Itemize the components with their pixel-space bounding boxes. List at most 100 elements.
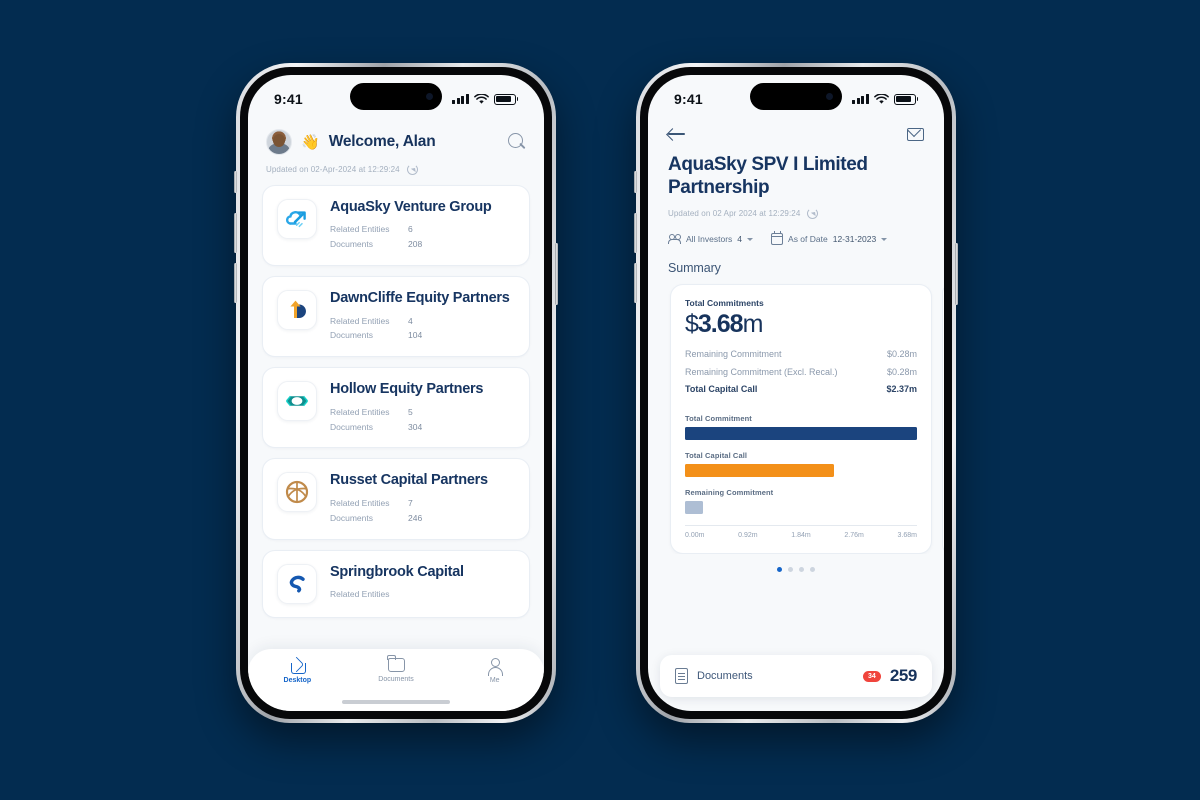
bottom-tab-bar: Desktop Documents Me xyxy=(248,649,544,711)
status-badge: 34 xyxy=(863,670,881,682)
arrow-d-logo xyxy=(277,290,317,331)
documents-value: 246 xyxy=(408,512,423,523)
tab-me[interactable]: Me xyxy=(445,658,544,684)
list-item[interactable]: Russet Capital Partners Related Entities… xyxy=(262,458,530,540)
commitment-bar-chart: Total Commitment Total Capital Call Rema… xyxy=(685,414,917,539)
currency-symbol: $ xyxy=(685,310,699,339)
teal-hexagon-logo xyxy=(277,381,317,422)
volume-down-button[interactable] xyxy=(634,263,637,303)
wifi-icon xyxy=(873,93,889,104)
status-time: 9:41 xyxy=(274,91,303,107)
blue-s-logo xyxy=(277,563,317,604)
bar xyxy=(685,426,917,440)
documents-count: 259 xyxy=(889,666,918,685)
cellular-signal-icon xyxy=(852,94,869,104)
related-entities-value: 5 xyxy=(408,406,413,417)
filter-all-investors[interactable]: All Investors 4 xyxy=(668,234,754,245)
documents-bar[interactable]: Documents 34 259 xyxy=(660,655,932,697)
tab-documents[interactable]: Documents xyxy=(347,655,446,683)
summary-row-label: Remaining Commitment (Excl. Recal.) xyxy=(685,366,838,377)
summary-row-value: $2.37m xyxy=(886,384,917,395)
entity-name: Springbrook Capital xyxy=(330,563,464,580)
documents-label: Documents xyxy=(697,670,753,682)
documents-value: 208 xyxy=(408,239,423,250)
avatar[interactable] xyxy=(266,129,292,155)
investors-group-icon xyxy=(668,234,681,245)
entity-name: Hollow Equity Partners xyxy=(330,381,484,398)
filter-all-investors-label: All Investors xyxy=(686,234,733,245)
summary-row: Remaining Commitment $0.28m xyxy=(685,346,917,364)
mute-switch[interactable] xyxy=(634,171,637,193)
dynamic-island xyxy=(350,83,442,110)
home-indicator[interactable] xyxy=(342,700,450,704)
summary-row-value: $0.28m xyxy=(886,349,917,360)
status-time: 9:41 xyxy=(674,91,703,107)
back-arrow-icon[interactable] xyxy=(668,127,685,141)
summary-card-next[interactable] xyxy=(942,284,944,554)
volume-down-button[interactable] xyxy=(234,263,237,303)
bar xyxy=(685,463,835,477)
entity-name: AquaSky Venture Group xyxy=(330,199,492,215)
mail-icon[interactable] xyxy=(907,127,924,141)
tab-desktop[interactable]: Desktop xyxy=(248,658,347,684)
section-title-summary: Summary xyxy=(668,261,721,276)
list-item[interactable]: DawnCliffe Equity Partners Related Entit… xyxy=(262,276,530,358)
refresh-icon[interactable] xyxy=(807,208,819,220)
summary-row-label: Total Capital Call xyxy=(685,384,758,395)
refresh-icon[interactable] xyxy=(406,164,418,175)
related-entities-label: Related Entities xyxy=(330,588,390,599)
summary-row: Total Capital Call $2.37m xyxy=(685,381,917,399)
home-icon xyxy=(289,658,306,674)
list-item[interactable]: AquaSky Venture Group Related Entities 6 … xyxy=(262,185,530,267)
tab-documents-label: Documents xyxy=(378,676,414,683)
axis-tick: 3.68m xyxy=(897,531,917,539)
pager-dot[interactable] xyxy=(777,566,782,572)
volume-up-button[interactable] xyxy=(634,213,637,253)
screen-home: 9:41 👋 Welcome, Alan Updated on 02-Apr-2… xyxy=(248,75,544,711)
axis-tick: 2.76m xyxy=(844,531,864,539)
list-item[interactable]: Hollow Equity Partners Related Entities 5… xyxy=(262,367,530,449)
last-updated-text: Updated on 02-Apr-2024 at 12:29:24 xyxy=(266,165,400,174)
chevron-down-icon xyxy=(747,237,754,241)
pager-dot[interactable] xyxy=(799,566,804,572)
page-title: Welcome, Alan xyxy=(328,133,436,150)
bronze-circle-logo xyxy=(277,472,317,513)
total-commitments-label: Total Commitments xyxy=(685,298,764,309)
list-item[interactable]: Springbrook Capital Related Entities xyxy=(262,549,530,618)
pager-dot[interactable] xyxy=(810,566,815,572)
volume-up-button[interactable] xyxy=(234,213,237,253)
mute-switch[interactable] xyxy=(234,171,237,193)
calendar-icon xyxy=(770,231,784,246)
filter-as-of-date[interactable]: As of Date 12-31-2023 xyxy=(770,231,888,246)
amount: 3.68 xyxy=(697,310,744,339)
filter-all-investors-value: 4 xyxy=(737,234,743,245)
entity-name: DawnCliffe Equity Partners xyxy=(330,290,510,307)
status-bar: 9:41 xyxy=(648,75,944,119)
page-title: AquaSky SPV I Limited Partnership xyxy=(668,154,868,199)
last-updated-text: Updated on 02 Apr 2024 at 12:29:24 xyxy=(668,209,801,219)
chevron-down-icon xyxy=(881,237,888,241)
status-bar: 9:41 xyxy=(248,75,544,119)
battery-icon xyxy=(893,93,918,105)
tab-desktop-label: Desktop xyxy=(283,677,312,684)
related-entities-label: Related Entities xyxy=(330,497,390,508)
documents-label: Documents xyxy=(330,330,373,341)
wave-emoji-icon: 👋 xyxy=(301,134,320,151)
bar-label: Total Commitment xyxy=(685,413,752,423)
dynamic-island xyxy=(750,83,842,110)
filter-as-of-date-label: As of Date xyxy=(788,234,828,245)
pager-dot[interactable] xyxy=(788,566,793,572)
search-icon[interactable] xyxy=(508,133,526,151)
filter-as-of-date-value: 12-31-2023 xyxy=(832,234,877,245)
folder-icon xyxy=(387,655,405,672)
power-button[interactable] xyxy=(555,243,558,305)
summary-carousel[interactable]: Total Commitments $3.68m Remaining Commi… xyxy=(648,275,944,554)
amount-suffix: m xyxy=(742,310,764,339)
carousel-pager[interactable] xyxy=(648,554,944,572)
person-icon xyxy=(487,658,504,676)
bar xyxy=(685,500,703,514)
documents-value: 304 xyxy=(408,421,423,432)
power-button[interactable] xyxy=(955,243,958,305)
chart-x-axis: 0.00m 0.92m 1.84m 2.76m 3.68m xyxy=(685,524,917,539)
documents-label: Documents xyxy=(330,512,373,523)
